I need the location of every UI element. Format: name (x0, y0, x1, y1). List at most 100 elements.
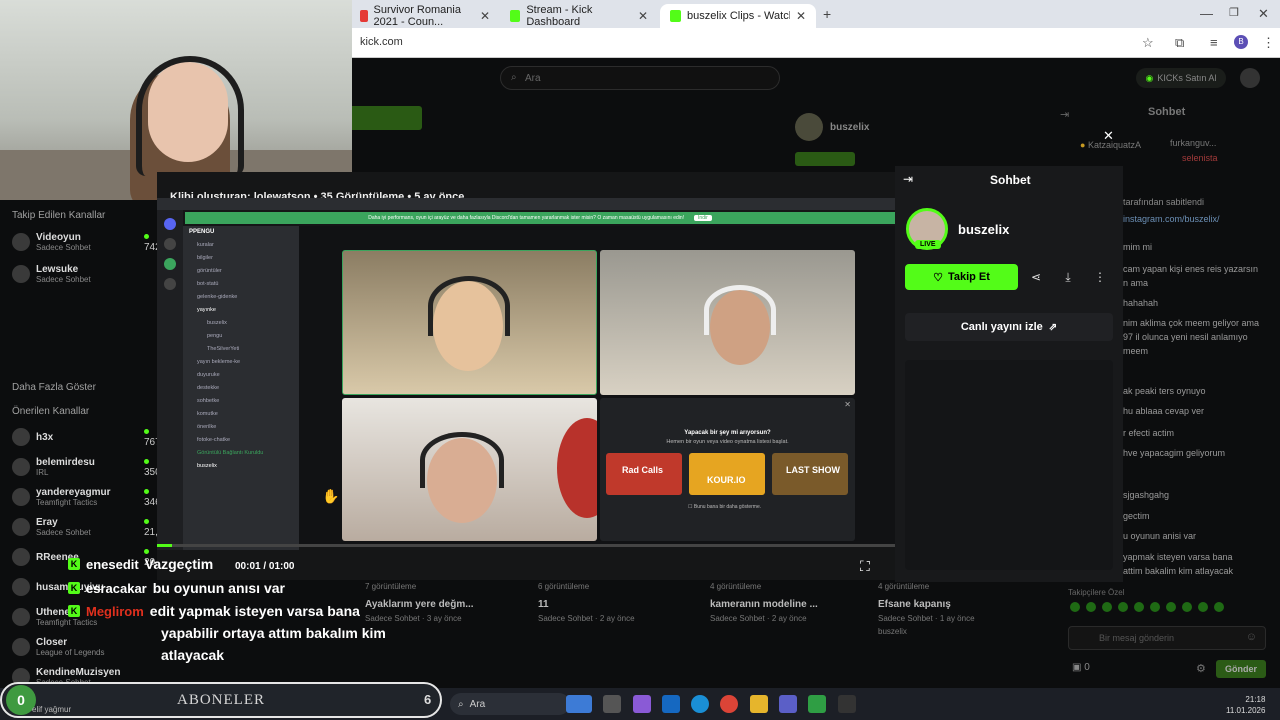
channel-name: belemirdesu (36, 457, 95, 468)
discord-channel[interactable]: yayın bekleme-ke (183, 356, 299, 369)
discord-download-banner: Daha iyi performans, oyun içi arayüz ve … (185, 212, 895, 224)
clip-card[interactable]: 6 görüntüleme 11 Sadece Sohbet · 2 ay ön… (538, 582, 698, 623)
pinned-message-link[interactable]: instagram.com/buszelix/ (1123, 214, 1220, 224)
discord-channel[interactable]: bilgiler (183, 252, 299, 265)
share-icon[interactable]: ⋖ (1023, 264, 1049, 290)
game-app-icon[interactable] (838, 695, 856, 713)
clip-title: Efsane kapanış (878, 599, 951, 610)
followed-channel[interactable]: Lewsuke Sadece Sohbet (12, 258, 162, 290)
discord-channel[interactable]: sohbetke (183, 395, 299, 408)
chat-line: attim bakalim kim atlayacak (1123, 566, 1234, 576)
followed-heading: Takip Edilen Kanallar (12, 210, 106, 221)
fullscreen-icon[interactable]: ⛶ (860, 558, 870, 575)
more-options-icon[interactable]: ⋮ (1087, 264, 1113, 290)
browser-profile-avatar[interactable]: B (1234, 35, 1248, 49)
outlook-icon[interactable] (662, 695, 680, 713)
emote-bar[interactable] (1070, 602, 1266, 616)
clip-card[interactable]: 4 görüntüleme Efsane kapanış Sadece Sohb… (878, 582, 1038, 636)
system-clock[interactable]: 21:18 11.01.2026 (1226, 694, 1265, 716)
address-bar[interactable] (350, 28, 1280, 58)
recommended-channel[interactable]: Eray Sadece Sohbet 21,8 (12, 512, 163, 542)
teams-icon[interactable] (779, 695, 797, 713)
chat-line: n ama (1123, 278, 1149, 288)
edge-icon[interactable] (691, 695, 709, 713)
send-button[interactable]: Gönder (1216, 660, 1266, 678)
chat-collapse-icon[interactable]: ⇥ (903, 172, 913, 186)
discord-channel[interactable]: kuralar (183, 239, 299, 252)
close-tab-icon[interactable]: ✕ (796, 9, 806, 23)
new-tab-button[interactable]: + (823, 6, 831, 22)
discord-voice-channel[interactable]: yayınke (183, 304, 299, 317)
taskview-icon[interactable] (603, 695, 621, 713)
clip-card[interactable]: 7 görüntüleme Ayaklarım yere değm... Sad… (365, 582, 525, 623)
discord-server-list (157, 210, 183, 550)
discord-channel[interactable]: destekke (183, 382, 299, 395)
browser-tab[interactable]: Stream - Kick Dashboard ✕ (500, 4, 658, 28)
close-window-icon[interactable]: ✕ (1258, 6, 1269, 22)
close-tab-icon[interactable]: ✕ (480, 9, 490, 23)
obs-icon[interactable] (808, 695, 826, 713)
bg-channel-name: buszelix (830, 122, 870, 133)
copilot-icon[interactable] (633, 695, 651, 713)
dont-show-checkbox[interactable]: ☐ Bunu bana bir daha gösterme. (688, 504, 761, 510)
chat-username: Meglirom (86, 603, 144, 619)
extensions-icon[interactable]: ⧉ (1175, 35, 1184, 51)
close-modal-icon[interactable]: ✕ (1103, 128, 1114, 144)
media-control-icon[interactable]: ≡ (1210, 35, 1218, 50)
game-card[interactable]: Rad Calls (606, 453, 682, 495)
discord-channel[interactable]: duyuruke (183, 369, 299, 382)
channel-category: IRL (36, 468, 49, 477)
recommended-channel[interactable]: h3x 767 (12, 422, 162, 452)
bg-button (340, 106, 422, 130)
close-icon[interactable]: ✕ (844, 400, 851, 409)
progress-track[interactable] (157, 544, 895, 547)
clip-card[interactable]: 4 görüntüleme kameranın modeline ... Sad… (710, 582, 870, 623)
clip-meta: Sadece Sohbet · 2 ay önce (538, 614, 635, 623)
discord-channel[interactable]: önerilke (183, 421, 299, 434)
file-explorer-icon[interactable] (750, 695, 768, 713)
discord-channel[interactable]: görüntüler (183, 265, 299, 278)
maximize-icon[interactable]: ❐ (1229, 6, 1239, 19)
kicks-buy-button[interactable]: ◉ KICKs Satın Al (1136, 68, 1226, 88)
follow-button[interactable]: ♡ Takip Et (905, 264, 1018, 290)
chat-line: hve yapacagim geliyorum (1123, 448, 1226, 458)
show-more-link[interactable]: Daha Fazla Göster (12, 382, 96, 393)
browser-menu-icon[interactable]: ⋮ (1262, 35, 1275, 51)
game-card[interactable]: LAST SHOW (772, 453, 848, 495)
address-url[interactable]: kick.com (360, 36, 403, 48)
discord-channel[interactable]: gelenke-gidenke (183, 291, 299, 304)
bookmark-star-icon[interactable]: ☆ (1142, 35, 1154, 51)
minimize-icon[interactable]: ― (1200, 6, 1213, 21)
channel-name[interactable]: buszelix (958, 222, 1009, 237)
webcam-overlay (0, 0, 352, 200)
recommended-channel[interactable]: yandereyagmur Teamfight Tactics 346 (12, 482, 162, 512)
channel-avatar (12, 458, 30, 476)
activity-subtitle: Hemen bir oyun veya video oynatma listes… (666, 439, 789, 445)
recommended-channel[interactable]: belemirdesu IRL 350 (12, 452, 162, 482)
taskbar-search[interactable]: ⌕ Ara (450, 693, 570, 715)
chat-message-input[interactable]: Bir mesaj gönderin ☺ (1068, 626, 1266, 650)
external-link-icon: ⇗ (1048, 321, 1058, 333)
chrome-icon[interactable] (720, 695, 738, 713)
chat-settings-icon[interactable]: ⚙ (1196, 662, 1206, 675)
game-card[interactable]: KOUR.IO (689, 453, 765, 495)
kick-badge-icon: K (68, 582, 80, 594)
youtube-favicon-icon (360, 10, 368, 22)
close-tab-icon[interactable]: ✕ (638, 9, 648, 23)
download-icon[interactable]: ⤓ (1055, 264, 1081, 290)
widget-app-icon[interactable] (566, 695, 592, 713)
browser-tab[interactable]: Survivor Romania 2021 - Coun... ✕ (350, 4, 500, 28)
discord-voice-user: TheSilverYeti (207, 346, 240, 352)
recommended-channel[interactable]: Closer League of Legends (12, 632, 162, 662)
followed-channel[interactable]: Videoyun Sadece Sohbet 742 (12, 226, 162, 258)
browser-tab-active[interactable]: buszelix Clips - Watch Live on K... ✕ (660, 4, 816, 28)
site-search-input[interactable]: ⌕ Ara (500, 66, 780, 90)
emoji-icon[interactable]: ☺ (1246, 631, 1257, 643)
watch-live-button[interactable]: Canlı yayını izle ⇗ (905, 313, 1113, 341)
discord-channel[interactable]: fotoke-chatke (183, 434, 299, 447)
discord-channel[interactable]: bot-statü (183, 278, 299, 291)
discord-channel[interactable]: komutke (183, 408, 299, 421)
profile-avatar[interactable] (1240, 68, 1260, 88)
collapse-icon[interactable]: ⇥ (1060, 108, 1069, 121)
banner-download-button[interactable]: İndir (694, 215, 712, 221)
